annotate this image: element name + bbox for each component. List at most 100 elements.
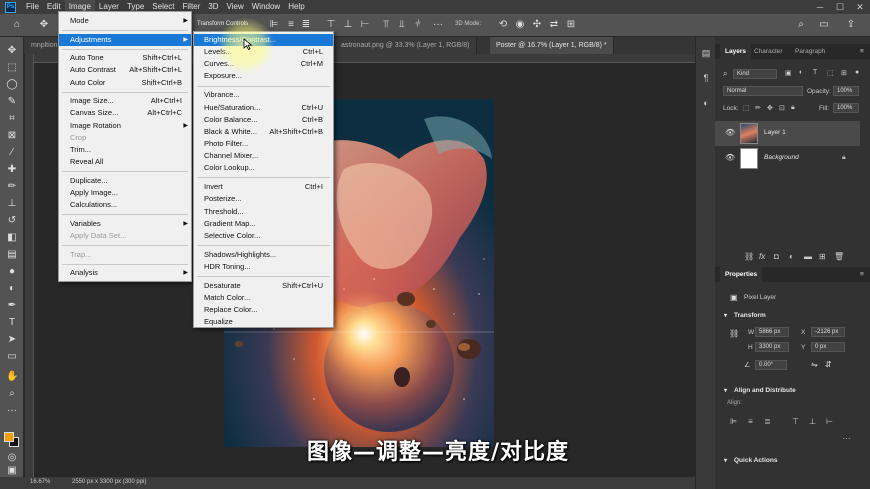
align-left-icon[interactable]: ⊫ — [268, 19, 280, 31]
smart-object-filter-icon[interactable]: ⊞ — [841, 69, 847, 77]
layer-name[interactable]: Layer 1 — [764, 129, 786, 136]
flip-horizontal-icon[interactable]: ⇋ — [811, 360, 818, 369]
filter-toggle-icon[interactable]: ● — [855, 69, 859, 76]
menu-item-vibrance[interactable]: Vibrance... — [194, 89, 333, 101]
quick-actions-chevron-icon[interactable]: ▾ — [724, 457, 727, 464]
clone-stamp-tool-icon[interactable]: ⊥ — [6, 198, 18, 210]
more-tools-icon[interactable]: ··· — [6, 405, 18, 417]
share-icon[interactable]: ⇪ — [845, 19, 857, 31]
shape-filter-icon[interactable]: ⬚ — [827, 69, 834, 77]
transform-controls-label[interactable]: Transform Controls — [197, 21, 248, 27]
flip-vertical-icon[interactable]: ⇵ — [825, 360, 832, 369]
orbit-3d-icon[interactable]: ⟲ — [497, 19, 509, 31]
menu-item-image-size[interactable]: Image Size... Alt+Ctrl+I — [59, 95, 191, 107]
blend-mode-select[interactable]: Normal — [723, 86, 803, 96]
menu-item-variables[interactable]: Variables ▶ — [59, 218, 191, 230]
delete-layer-icon[interactable]: 🗑︎ — [834, 252, 844, 261]
tab-paragraph[interactable]: Paragraph — [790, 44, 830, 59]
minimize-icon[interactable]: ─ — [810, 0, 830, 14]
y-input[interactable]: 0 px — [811, 342, 845, 352]
group-icon[interactable]: ▬ — [804, 252, 812, 261]
layer-row[interactable]: 👁︎ Background 🔒︎ — [715, 146, 860, 171]
menu-item-analysis[interactable]: Analysis ▶ — [59, 267, 191, 279]
align-hcenter-icon[interactable]: ≡ — [746, 417, 755, 426]
menu-item-brightness-contrast[interactable]: Brightness/Contrast... — [194, 34, 333, 46]
menu-3d[interactable]: 3D — [204, 0, 222, 14]
layer-row[interactable]: 👁︎ Layer 1 — [715, 121, 860, 146]
more-align-icon[interactable]: ··· — [842, 434, 851, 443]
x-input[interactable]: -2126 px — [811, 327, 845, 337]
blur-tool-icon[interactable]: ● — [6, 266, 18, 278]
menu-help[interactable]: Help — [284, 0, 308, 14]
brush-tool-icon[interactable]: ✏ — [6, 181, 18, 193]
tab-character[interactable]: Character — [749, 44, 788, 59]
menu-item-trim[interactable]: Trim... — [59, 144, 191, 156]
menu-item-color-lookup[interactable]: Color Lookup... — [194, 162, 333, 174]
tab-properties[interactable]: Properties — [720, 267, 763, 282]
distribute-top-icon[interactable]: ⫪ — [380, 19, 392, 31]
workspace-icon[interactable]: ▭ — [818, 19, 830, 31]
rectangle-tool-icon[interactable]: ▭ — [6, 351, 18, 363]
crop-tool-icon[interactable]: ⌗ — [6, 113, 18, 125]
quick-mask-icon[interactable]: ◎ — [6, 452, 18, 464]
eraser-tool-icon[interactable]: ◧ — [6, 232, 18, 244]
hand-tool-icon[interactable]: ✋ — [6, 371, 18, 383]
layer-mask-icon[interactable]: ◘ — [774, 252, 779, 261]
document-info[interactable]: 2550 px x 3300 px (300 ppi) — [72, 479, 146, 485]
search-icon[interactable]: ⌕ — [795, 19, 807, 31]
layer-name[interactable]: Background — [764, 154, 799, 161]
align-top-icon[interactable]: ⊤ — [791, 417, 800, 426]
panel-menu-icon[interactable]: ≡ — [855, 44, 869, 59]
transform-chevron-icon[interactable]: ▾ — [724, 312, 727, 319]
menu-item-levels[interactable]: Levels... Ctrl+L — [194, 46, 333, 58]
menu-item-desaturate[interactable]: Desaturate Shift+Ctrl+U — [194, 280, 333, 292]
type-filter-icon[interactable]: T — [813, 69, 817, 76]
filter-kind-select[interactable]: Kind — [733, 69, 777, 79]
screen-mode-icon[interactable]: ▣ — [6, 465, 18, 477]
fx-icon[interactable]: fx — [759, 252, 765, 261]
healing-brush-tool-icon[interactable]: ✚ — [6, 164, 18, 176]
zoom-tool-icon[interactable]: ⌕ — [6, 388, 18, 400]
menu-item-posterize[interactable]: Posterize... — [194, 193, 333, 205]
pan-3d-icon[interactable]: ✣ — [531, 19, 543, 31]
menu-item-mode[interactable]: Mode ▶ — [59, 15, 191, 27]
home-icon[interactable]: ⌂ — [11, 19, 23, 31]
gradient-tool-icon[interactable]: ▤ — [6, 249, 18, 261]
align-right-icon[interactable]: ≣ — [763, 417, 772, 426]
menu-item-exposure[interactable]: Exposure... — [194, 70, 333, 82]
distribute-bottom-icon[interactable]: ⫩ — [412, 19, 424, 31]
menu-item-auto-color[interactable]: Auto Color Shift+Ctrl+B — [59, 77, 191, 89]
new-layer-icon[interactable]: ⊞ — [819, 252, 826, 261]
menu-item-replace-color[interactable]: Replace Color... — [194, 304, 333, 316]
dodge-tool-icon[interactable]: ◐ — [6, 283, 18, 295]
close-icon[interactable]: ✕ — [850, 0, 870, 14]
width-input[interactable]: 5866 px — [755, 327, 789, 337]
history-panel-icon[interactable]: ▤ — [700, 47, 712, 59]
align-middle-icon[interactable]: ⊥ — [342, 19, 354, 31]
visibility-eye-icon[interactable]: 👁︎ — [725, 129, 735, 137]
menu-item-selective-color[interactable]: Selective Color... — [194, 230, 333, 242]
lock-transparent-icon[interactable]: ⬚ — [743, 104, 750, 112]
lock-image-icon[interactable]: ✏ — [755, 104, 761, 112]
slide-3d-icon[interactable]: ⇄ — [548, 19, 560, 31]
align-right-icon[interactable]: ≣ — [300, 19, 312, 31]
tab-layers[interactable]: Layers — [720, 44, 751, 59]
menu-item-reveal-all[interactable]: Reveal All — [59, 156, 191, 168]
angle-input[interactable]: 0.00° — [755, 360, 787, 370]
link-layers-icon[interactable]: ⛓ — [744, 252, 754, 261]
menu-view[interactable]: View — [223, 0, 248, 14]
menu-item-color-balance[interactable]: Color Balance... Ctrl+B — [194, 114, 333, 126]
menu-item-black-white[interactable]: Black & White... Alt+Shift+Ctrl+B — [194, 126, 333, 138]
menu-item-shadows-highlights[interactable]: Shadows/Highlights... — [194, 249, 333, 261]
adjustment-filter-icon[interactable]: ◐ — [799, 69, 803, 76]
menu-item-adjustments[interactable]: Adjustments ▶ — [59, 33, 191, 46]
lock-all-icon[interactable]: 🔒︎ — [791, 104, 795, 112]
menu-item-hdr-toning[interactable]: HDR Toning... — [194, 261, 333, 273]
frame-tool-icon[interactable]: ⊠ — [6, 130, 18, 142]
menu-window[interactable]: Window — [248, 0, 284, 14]
adjustment-layer-icon[interactable]: ◐ — [789, 252, 794, 261]
menu-item-image-rotation[interactable]: Image Rotation ▶ — [59, 120, 191, 132]
lasso-tool-icon[interactable]: ◯ — [6, 79, 18, 91]
menu-item-invert[interactable]: Invert Ctrl+I — [194, 181, 333, 193]
menu-item-match-color[interactable]: Match Color... — [194, 292, 333, 304]
